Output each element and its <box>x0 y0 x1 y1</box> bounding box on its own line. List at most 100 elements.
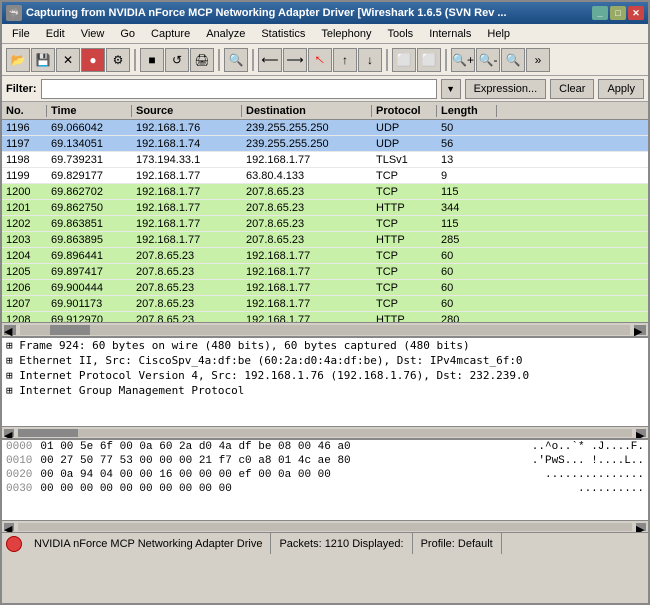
table-row[interactable]: 1198 69.739231 173.194.33.1 192.168.1.77… <box>2 152 648 168</box>
menu-bar: File Edit View Go Capture Analyze Statis… <box>2 24 648 44</box>
cell-src: 192.168.1.77 <box>132 234 242 246</box>
status-profile: Profile: Default <box>413 533 502 554</box>
cell-proto: TLSv1 <box>372 154 437 166</box>
table-row[interactable]: 1203 69.863895 192.168.1.77 207.8.65.23 … <box>2 232 648 248</box>
toolbar-print[interactable]: 🖨 <box>190 48 214 72</box>
toolbar-zoom-2[interactable]: ⬜ <box>417 48 441 72</box>
list-item[interactable]: ⊞ Internet Protocol Version 4, Src: 192.… <box>2 368 648 383</box>
toolbar-back[interactable]: ⟵ <box>258 48 282 72</box>
cell-time: 69.739231 <box>47 154 132 166</box>
toolbar-prev[interactable]: ↑ <box>333 48 357 72</box>
toolbar-next[interactable]: ↓ <box>358 48 382 72</box>
list-item: 0030 00 00 00 00 00 00 00 00 00 00 .....… <box>2 482 648 496</box>
menu-tools[interactable]: Tools <box>380 26 422 42</box>
menu-help[interactable]: Help <box>479 26 518 42</box>
toolbar-open[interactable]: 📂 <box>6 48 30 72</box>
toolbar-more[interactable]: » <box>526 48 550 72</box>
table-row[interactable]: 1200 69.862702 192.168.1.77 207.8.65.23 … <box>2 184 648 200</box>
toolbar-save[interactable]: 💾 <box>31 48 55 72</box>
toolbar-separator-2 <box>218 49 220 71</box>
table-row[interactable]: 1199 69.829177 192.168.1.77 63.80.4.133 … <box>2 168 648 184</box>
menu-edit[interactable]: Edit <box>38 26 73 42</box>
toolbar-zoom-out[interactable]: 🔍- <box>476 48 500 72</box>
menu-view[interactable]: View <box>73 26 113 42</box>
apply-button[interactable]: Apply <box>598 79 644 99</box>
table-row[interactable]: 1201 69.862750 192.168.1.77 207.8.65.23 … <box>2 200 648 216</box>
cell-no: 1208 <box>2 314 47 323</box>
hex-scroll-right[interactable]: ▶ <box>636 523 646 531</box>
cell-no: 1201 <box>2 202 47 214</box>
clear-button[interactable]: Clear <box>550 79 594 99</box>
list-item[interactable]: ⊞ Internet Group Management Protocol <box>2 383 648 398</box>
cell-time: 69.066042 <box>47 122 132 134</box>
cell-dst: 192.168.1.77 <box>242 282 372 294</box>
menu-analyze[interactable]: Analyze <box>198 26 253 42</box>
minimize-button[interactable]: _ <box>592 6 608 20</box>
header-source: Source <box>132 105 242 117</box>
cell-dst: 192.168.1.77 <box>242 154 372 166</box>
menu-internals[interactable]: Internals <box>421 26 479 42</box>
toolbar-restart[interactable]: ↺ <box>165 48 189 72</box>
filter-dropdown[interactable]: ▼ <box>441 79 461 99</box>
toolbar-zoom-reset[interactable]: 🔍 <box>501 48 525 72</box>
detail-scroll-left[interactable]: ◀ <box>4 429 14 437</box>
hex-scrollbar[interactable]: ◀ ▶ <box>2 520 648 532</box>
list-item[interactable]: ⊞ Frame 924: 60 bytes on wire (480 bits)… <box>2 338 648 353</box>
cell-len: 115 <box>437 218 497 230</box>
scroll-track[interactable] <box>20 325 630 335</box>
hex-scroll-track[interactable] <box>18 523 632 531</box>
hex-scroll-left[interactable]: ◀ <box>4 523 14 531</box>
toolbar-goto[interactable]: ↑ <box>308 48 332 72</box>
toolbar-zoom-in[interactable]: 🔍+ <box>451 48 475 72</box>
cell-len: 60 <box>437 298 497 310</box>
menu-telephony[interactable]: Telephony <box>313 26 379 42</box>
filter-input[interactable] <box>41 79 437 99</box>
menu-file[interactable]: File <box>4 26 38 42</box>
toolbar-record[interactable]: ● <box>81 48 105 72</box>
header-no: No. <box>2 105 47 117</box>
detail-scroll-thumb[interactable] <box>18 429 78 437</box>
menu-go[interactable]: Go <box>112 26 143 42</box>
table-row[interactable]: 1206 69.900444 207.8.65.23 192.168.1.77 … <box>2 280 648 296</box>
menu-capture[interactable]: Capture <box>143 26 198 42</box>
cell-no: 1203 <box>2 234 47 246</box>
hex-view: 0000 01 00 5e 6f 00 0a 60 2a d0 4a df be… <box>2 438 648 520</box>
expression-button[interactable]: Expression... <box>465 79 547 99</box>
scroll-right-btn[interactable]: ▶ <box>634 325 646 335</box>
table-row[interactable]: 1207 69.901173 207.8.65.23 192.168.1.77 … <box>2 296 648 312</box>
detail-scroll-track[interactable] <box>18 429 632 437</box>
packet-list-scrollbar[interactable]: ◀ ▶ <box>2 322 648 336</box>
list-item[interactable]: ⊞ Ethernet II, Src: CiscoSpv_4a:df:be (6… <box>2 353 648 368</box>
toolbar-close[interactable]: ✕ <box>56 48 80 72</box>
cell-proto: TCP <box>372 250 437 262</box>
cell-no: 1206 <box>2 282 47 294</box>
packet-list: No. Time Source Destination Protocol Len… <box>2 102 648 322</box>
table-row[interactable]: 1202 69.863851 192.168.1.77 207.8.65.23 … <box>2 216 648 232</box>
cell-proto: TCP <box>372 298 437 310</box>
toolbar-find[interactable]: 🔍 <box>224 48 248 72</box>
close-button[interactable]: ✕ <box>628 6 644 20</box>
table-row[interactable]: 1197 69.134051 192.168.1.74 239.255.255.… <box>2 136 648 152</box>
table-row[interactable]: 1208 69.912970 207.8.65.23 192.168.1.77 … <box>2 312 648 322</box>
list-item: 0010 00 27 50 77 53 00 00 00 21 f7 c0 a8… <box>2 454 648 468</box>
table-row[interactable]: 1205 69.897417 207.8.65.23 192.168.1.77 … <box>2 264 648 280</box>
cell-src: 192.168.1.77 <box>132 218 242 230</box>
toolbar-options[interactable]: ⚙ <box>106 48 130 72</box>
cell-time: 69.134051 <box>47 138 132 150</box>
cell-src: 207.8.65.23 <box>132 314 242 323</box>
cell-time: 69.863851 <box>47 218 132 230</box>
toolbar-forward[interactable]: ⟶ <box>283 48 307 72</box>
detail-scrollbar[interactable]: ◀ ▶ <box>2 426 648 438</box>
cell-proto: TCP <box>372 266 437 278</box>
maximize-button[interactable]: □ <box>610 6 626 20</box>
detail-scroll-right[interactable]: ▶ <box>636 429 646 437</box>
toolbar-stop[interactable]: ■ <box>140 48 164 72</box>
toolbar-zoom-1[interactable]: ⬜ <box>392 48 416 72</box>
menu-statistics[interactable]: Statistics <box>253 26 313 42</box>
scroll-left-btn[interactable]: ◀ <box>4 325 16 335</box>
table-row[interactable]: 1196 69.066042 192.168.1.76 239.255.255.… <box>2 120 648 136</box>
toolbar: 📂 💾 ✕ ● ⚙ ■ ↺ 🖨 🔍 ⟵ ⟶ ↑ ↑ ↓ ⬜ ⬜ 🔍+ 🔍- 🔍 … <box>2 44 648 76</box>
hex-bytes: 01 00 5e 6f 00 0a 60 2a d0 4a df be 08 0… <box>40 441 523 453</box>
scroll-thumb[interactable] <box>50 325 90 335</box>
table-row[interactable]: 1204 69.896441 207.8.65.23 192.168.1.77 … <box>2 248 648 264</box>
